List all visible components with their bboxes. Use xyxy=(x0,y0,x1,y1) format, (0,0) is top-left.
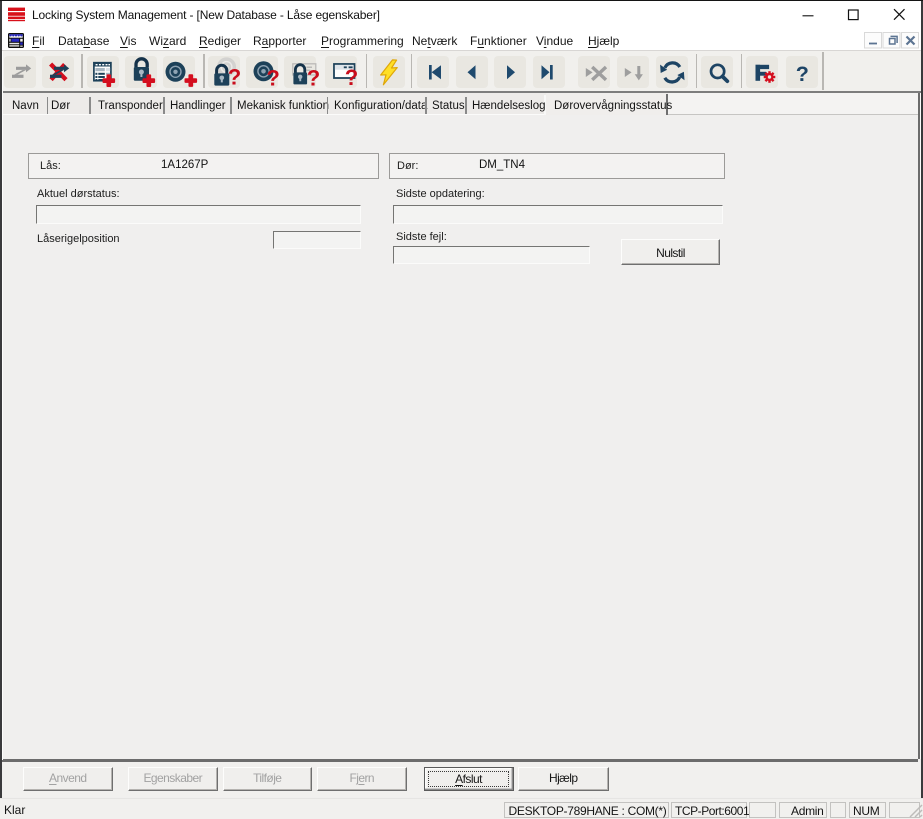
svg-text:?: ? xyxy=(345,64,358,89)
svg-text:?: ? xyxy=(266,65,279,90)
svg-text:?: ? xyxy=(795,61,808,85)
svg-text:?: ? xyxy=(307,65,320,90)
svg-text:?: ? xyxy=(228,64,241,89)
